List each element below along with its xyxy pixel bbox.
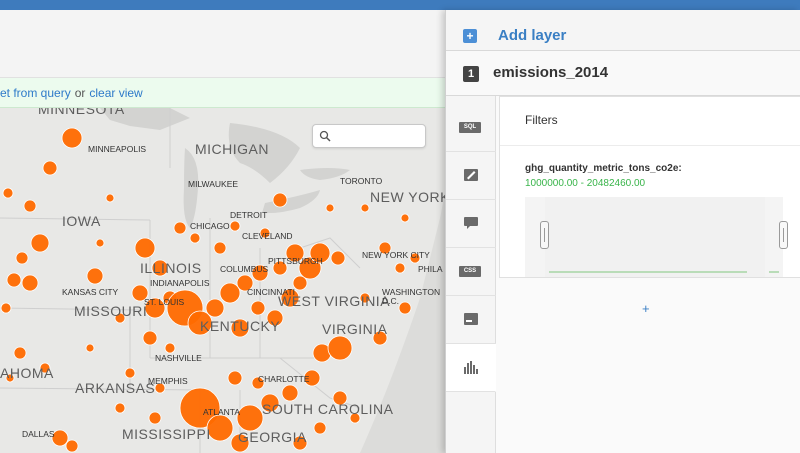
map-label: MINNESOTA <box>38 108 125 117</box>
map-label: SOUTH CAROLINA <box>262 401 394 417</box>
layer-number-badge: 1 <box>463 66 479 82</box>
range-handle-left[interactable] <box>540 221 549 249</box>
map-label: GEORGIA <box>238 429 307 445</box>
tab-infowindow[interactable] <box>446 200 496 248</box>
map-city-label: ST. LOUIS <box>144 297 184 307</box>
legend-icon <box>464 313 478 325</box>
map-city-label: ATLANTA <box>203 407 240 417</box>
layer-side-tabs: SQL CSS <box>446 96 496 453</box>
filters-content: Filters ghg_quantity_metric_tons_co2e: 1… <box>496 96 800 453</box>
map-label: AHOMA <box>0 365 54 381</box>
layer-panel: + Add layer 1 emissions_2014 SQL CSS Fil… <box>445 10 800 453</box>
add-layer-plus-icon: + <box>463 29 477 43</box>
map-city-label: INDIANAPOLIS <box>150 278 210 288</box>
histogram-icon <box>464 361 478 374</box>
map-label: ARKANSAS <box>75 380 155 396</box>
search-icon <box>319 130 331 142</box>
tab-legend[interactable] <box>446 296 496 344</box>
tab-filters[interactable] <box>446 344 496 392</box>
map-city-label: D.C. <box>382 296 399 306</box>
map-city-label: PITTSBURGH <box>268 256 323 266</box>
map-city-label: COLUMBUS <box>220 264 269 274</box>
map-label: MISSISSIPPI <box>122 426 211 442</box>
notice-or-text: or <box>74 86 86 100</box>
map-label: MICHIGAN <box>195 141 269 157</box>
map-city-label: MINNEAPOLIS <box>88 144 146 154</box>
add-layer-button[interactable]: + Add layer <box>446 24 800 48</box>
speech-bubble-icon <box>464 217 478 229</box>
map-search-input[interactable] <box>335 128 421 144</box>
filters-card: Filters ghg_quantity_metric_tons_co2e: 1… <box>499 96 800 278</box>
sql-icon: SQL <box>459 122 481 133</box>
add-filter-button[interactable]: + <box>642 301 650 316</box>
map-label: NEW YORK <box>370 189 450 205</box>
add-layer-label: Add layer <box>498 27 567 44</box>
map-city-label: DALLAS <box>22 429 55 439</box>
histogram-baseline <box>769 271 779 273</box>
map-label: KENTUCKY <box>200 318 280 334</box>
brush-icon <box>464 169 478 181</box>
filter-histogram[interactable] <box>525 197 788 277</box>
set-from-query-link[interactable]: et from query <box>0 78 71 108</box>
map-city-label: DETROIT <box>230 210 267 220</box>
map-city-label: CLEVELAND <box>242 231 293 241</box>
map-city-label: PHILA <box>418 264 443 274</box>
range-handle-right[interactable] <box>779 221 788 249</box>
map-city-label: CINCINNATI <box>247 287 295 297</box>
histogram-baseline <box>549 271 747 273</box>
layer-name[interactable]: emissions_2014 <box>493 64 608 81</box>
map-city-label: NASHVILLE <box>155 353 202 363</box>
map-label: MISSOURI <box>74 303 147 319</box>
map-search-box[interactable] <box>312 124 426 148</box>
filter-field-name: ghg_quantity_metric_tons_co2e: <box>525 163 682 174</box>
histogram-bar <box>545 197 765 277</box>
divider <box>500 145 800 146</box>
filters-title: Filters <box>525 113 558 127</box>
map-label: VIRGINIA <box>322 321 388 337</box>
clear-view-link[interactable]: clear view <box>89 78 142 108</box>
tab-sql[interactable]: SQL <box>446 104 496 152</box>
map-city-label: CHARLOTTE <box>258 374 310 384</box>
top-bar <box>0 0 800 10</box>
map-label: ILLINOIS <box>140 260 202 276</box>
filter-range-value: 1000000.00 - 20482460.00 <box>525 178 646 189</box>
tab-css[interactable]: CSS <box>446 248 496 296</box>
map-city-label: KANSAS CITY <box>62 287 119 297</box>
tab-style[interactable] <box>446 152 496 200</box>
css-icon: CSS <box>459 266 481 277</box>
map-view[interactable]: MINNESOTA MICHIGAN IOWA NEW YORK ILLINOI… <box>0 108 450 453</box>
map-city-label: TORONTO <box>340 176 383 186</box>
map-city-label: CHICAGO <box>190 221 230 231</box>
map-city-label: MEMPHIS <box>148 376 188 386</box>
map-label: IOWA <box>62 213 101 229</box>
map-city-label: MILWAUKEE <box>188 179 238 189</box>
layer-header[interactable]: 1 emissions_2014 <box>446 50 800 96</box>
map-city-label: NEW YORK CITY <box>362 250 430 260</box>
